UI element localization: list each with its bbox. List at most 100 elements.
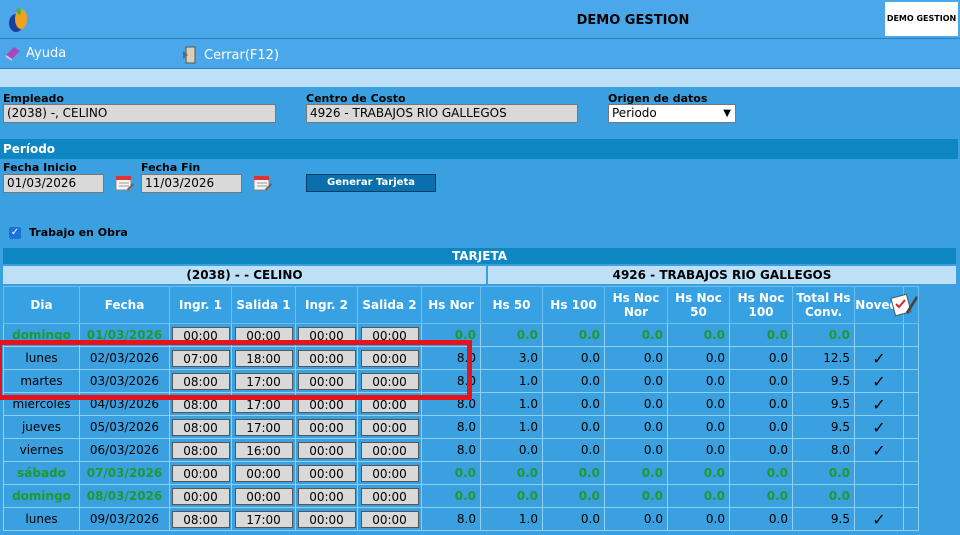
time-input[interactable]: 00:00 (297, 349, 356, 367)
time-input[interactable]: 00:00 (360, 464, 419, 482)
col-header: Salida 2 (357, 286, 422, 324)
novelty-cell: ✓ (854, 438, 904, 462)
date-cell: 04/03/2026 (79, 392, 170, 416)
hours-cell: 0.0 (604, 323, 668, 347)
novelty-cell: ✓ (854, 392, 904, 416)
date-cell: 05/03/2026 (79, 415, 170, 439)
time-cell: 08:00 (169, 438, 232, 462)
date-cell: 08/03/2026 (79, 484, 170, 508)
time-input[interactable]: 00:00 (171, 464, 230, 482)
time-input[interactable]: 00:00 (297, 510, 356, 528)
time-input[interactable]: 00:00 (297, 464, 356, 482)
time-input[interactable]: 00:00 (234, 464, 293, 482)
data-origin-select[interactable]: Periodo ▼ (608, 104, 736, 123)
hours-cell: 0.0 (480, 484, 543, 508)
time-input[interactable]: 08:00 (171, 441, 230, 459)
table-row: lunes 09/03/2026 08:00 17:00 00:00 00:00 8.0 1.… (3, 507, 919, 531)
time-input[interactable]: 00:00 (360, 510, 419, 528)
time-input[interactable]: 00:00 (360, 372, 419, 390)
employee-field[interactable]: (2038) -, CELINO (3, 104, 276, 123)
chevron-down-icon: ▼ (723, 108, 731, 119)
time-input[interactable]: 08:00 (171, 510, 230, 528)
time-input[interactable]: 00:00 (171, 487, 230, 505)
hours-cell: 0.0 (421, 323, 481, 347)
time-input[interactable]: 18:00 (234, 349, 293, 367)
time-cell: 00:00 (295, 415, 358, 439)
time-cell: 00:00 (295, 484, 358, 508)
time-cell: 00:00 (295, 392, 358, 416)
time-input[interactable]: 00:00 (360, 349, 419, 367)
menu-help-button[interactable]: Ayuda (4, 45, 66, 61)
time-input[interactable]: 00:00 (234, 326, 293, 344)
row-spacer (903, 369, 919, 393)
hours-cell: 0.0 (542, 323, 605, 347)
hours-cell: 0.0 (604, 461, 668, 485)
time-input[interactable]: 00:00 (360, 418, 419, 436)
time-input[interactable]: 00:00 (360, 441, 419, 459)
hours-cell: 0.0 (667, 507, 730, 531)
top-bar: DEMO GESTION DEMO GESTION (0, 0, 960, 39)
time-input[interactable]: 16:00 (234, 441, 293, 459)
hours-cell: 0.0 (480, 323, 543, 347)
novelty-cell: ✓ (854, 369, 904, 393)
time-input[interactable]: 00:00 (297, 418, 356, 436)
generate-card-button[interactable]: Generar Tarjeta (306, 174, 436, 192)
end-date-field[interactable]: 11/03/2026 (141, 174, 242, 193)
time-input[interactable]: 07:00 (171, 349, 230, 367)
time-input[interactable]: 17:00 (234, 372, 293, 390)
date-cell: 06/03/2026 (79, 438, 170, 462)
card-employee-header: (2038) - - CELINO (3, 266, 486, 284)
help-book-icon (6, 47, 20, 61)
day-cell: lunes (3, 346, 80, 370)
time-input[interactable]: 17:00 (234, 510, 293, 528)
time-input[interactable]: 17:00 (234, 418, 293, 436)
time-input[interactable]: 00:00 (297, 372, 356, 390)
time-cell: 00:00 (169, 461, 232, 485)
period-section-title: Período (0, 139, 958, 159)
time-input[interactable]: 08:00 (171, 372, 230, 390)
time-input[interactable]: 08:00 (171, 418, 230, 436)
time-input[interactable]: 08:00 (171, 395, 230, 413)
hours-cell: 1.0 (480, 369, 543, 393)
time-input[interactable]: 00:00 (171, 326, 230, 344)
hours-cell: 0.0 (604, 392, 668, 416)
table-row: domingo 01/03/2026 00:00 00:00 00:00 00:00 0.0… (3, 323, 919, 347)
menu-close-button[interactable]: Cerrar(F12) (180, 45, 279, 65)
time-cell: 17:00 (231, 392, 296, 416)
calendar-icon[interactable] (251, 172, 273, 194)
time-input[interactable]: 00:00 (360, 395, 419, 413)
time-input[interactable]: 00:00 (297, 487, 356, 505)
row-spacer (903, 484, 919, 508)
date-cell: 07/03/2026 (79, 461, 170, 485)
time-input[interactable]: 00:00 (297, 395, 356, 413)
time-input[interactable]: 00:00 (234, 487, 293, 505)
hours-cell: 0.0 (729, 369, 793, 393)
edit-novelties-header[interactable] (890, 286, 919, 324)
menu-bar: Ayuda Cerrar(F12) (0, 39, 960, 69)
exit-icon (183, 46, 196, 64)
time-cell: 17:00 (231, 369, 296, 393)
time-input[interactable]: 00:00 (297, 326, 356, 344)
time-cell: 08:00 (169, 369, 232, 393)
table-row: viernes 06/03/2026 08:00 16:00 00:00 00:00 8.0… (3, 438, 919, 462)
day-cell: miércoles (3, 392, 80, 416)
time-cell: 00:00 (169, 484, 232, 508)
work-on-site-checkbox[interactable]: ✓ (9, 227, 21, 239)
col-header: Salida 1 (231, 286, 296, 324)
start-date-label: Fecha Inicio (3, 161, 77, 174)
time-input[interactable]: 17:00 (234, 395, 293, 413)
checkmark-icon: ✓ (872, 509, 886, 529)
time-input[interactable]: 00:00 (360, 487, 419, 505)
time-input[interactable]: 00:00 (297, 441, 356, 459)
start-date-field[interactable]: 01/03/2026 (3, 174, 104, 193)
cost-center-field[interactable]: 4926 - TRABAJOS RIO GALLEGOS (306, 104, 578, 123)
hours-cell: 0.0 (667, 415, 730, 439)
novelty-cell: ✓ (854, 415, 904, 439)
hours-cell: 0.0 (729, 392, 793, 416)
time-input[interactable]: 00:00 (360, 326, 419, 344)
time-cell: 00:00 (357, 484, 422, 508)
calendar-icon[interactable] (113, 172, 135, 194)
day-cell: lunes (3, 507, 80, 531)
time-cell: 00:00 (295, 346, 358, 370)
hours-cell: 0.0 (729, 507, 793, 531)
